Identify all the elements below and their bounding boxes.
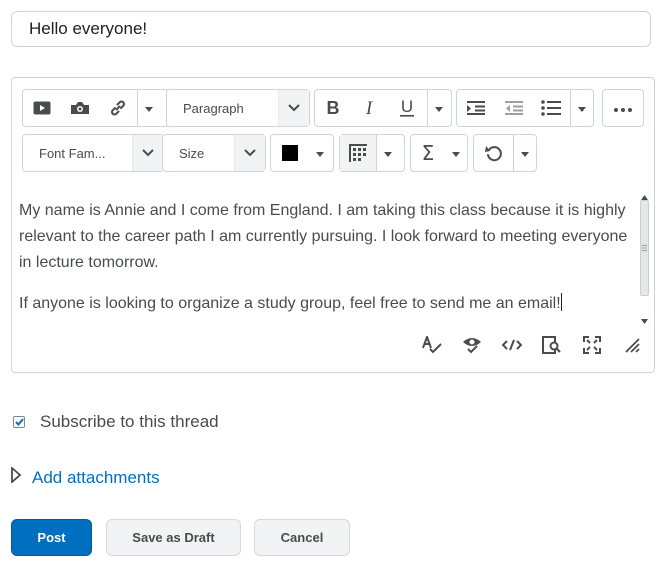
bold-button[interactable]: B — [315, 90, 351, 126]
add-attachments-link[interactable]: Add attachments — [32, 468, 160, 488]
code-icon — [501, 338, 523, 356]
bold-icon: B — [326, 100, 340, 116]
caret-down-icon — [145, 99, 153, 117]
spellcheck-button[interactable] — [412, 333, 452, 359]
save-draft-button[interactable]: Save as Draft — [106, 519, 241, 556]
html-editor: Paragraph B I U Font Fam... Size Σ My na… — [11, 77, 655, 373]
preview-icon — [542, 335, 562, 359]
block-format-select[interactable]: Paragraph — [166, 89, 310, 127]
triangle-right-icon — [11, 466, 22, 488]
underline-button[interactable]: U — [387, 90, 427, 126]
insert-table-button[interactable] — [340, 135, 376, 171]
chevron-down-icon — [132, 135, 163, 171]
color-swatch — [282, 145, 298, 161]
indent-icon — [466, 100, 485, 116]
content-paragraph: If anyone is looking to organize a study… — [19, 291, 629, 317]
italic-button[interactable]: I — [351, 90, 387, 126]
scrollbar-thumb[interactable] — [640, 200, 649, 296]
cancel-button[interactable]: Cancel — [254, 519, 350, 556]
table-dropdown[interactable] — [376, 135, 399, 171]
italic-icon: I — [362, 100, 376, 116]
caret-down-icon — [435, 99, 443, 117]
subscribe-checkbox[interactable] — [13, 416, 25, 428]
ellipsis-icon — [614, 99, 632, 117]
chevron-down-icon — [234, 135, 265, 171]
indent-button[interactable] — [457, 90, 495, 126]
outdent-button[interactable] — [495, 90, 533, 126]
eye-check-icon — [462, 336, 482, 359]
svg-text:U: U — [401, 99, 413, 116]
font-family-select[interactable]: Font Fam... — [22, 134, 164, 172]
font-family-value: Font Fam... — [39, 145, 106, 161]
camera-icon — [70, 101, 90, 115]
text-cursor — [560, 293, 562, 311]
format-more-dropdown[interactable] — [427, 90, 450, 126]
table-button-group — [339, 134, 405, 172]
content-paragraph-text: If anyone is looking to organize a study… — [19, 295, 561, 312]
chevron-down-icon — [278, 90, 309, 126]
insert-stuff-button[interactable] — [61, 90, 99, 126]
post-button[interactable]: Post — [11, 519, 92, 556]
bullet-list-button[interactable] — [532, 90, 570, 126]
resize-handle[interactable] — [612, 337, 652, 358]
equation-button-group: Σ — [410, 134, 468, 172]
list-group — [456, 89, 594, 127]
insert-link-button[interactable] — [99, 90, 137, 126]
editor-status-tools — [412, 333, 652, 360]
table-icon — [349, 144, 367, 162]
caret-down-icon — [578, 99, 587, 117]
scroll-down-icon[interactable] — [641, 311, 648, 329]
fullscreen-button[interactable] — [572, 335, 612, 359]
source-code-button[interactable] — [492, 338, 532, 356]
subscribe-label[interactable]: Subscribe to this thread — [40, 412, 219, 432]
underline-icon: U — [399, 99, 415, 117]
undo-icon — [484, 144, 503, 162]
accessibility-checker-button[interactable] — [452, 336, 492, 359]
insert-more-dropdown[interactable] — [137, 90, 160, 126]
caret-down-icon — [452, 144, 460, 162]
preview-button[interactable] — [532, 335, 572, 359]
svg-text:I: I — [365, 100, 374, 116]
more-actions-button[interactable] — [602, 89, 644, 127]
equation-dropdown[interactable] — [445, 135, 467, 171]
bullet-list-icon — [541, 100, 562, 116]
text-color-swatch-button[interactable] — [271, 135, 309, 171]
outdent-icon — [504, 100, 523, 116]
font-size-select[interactable]: Size — [162, 134, 266, 172]
checkmark-icon — [14, 413, 24, 431]
video-icon — [33, 101, 51, 115]
font-size-value: Size — [179, 145, 205, 161]
svg-text:B: B — [327, 100, 340, 116]
caret-down-icon — [521, 144, 530, 162]
fullscreen-icon — [583, 335, 601, 359]
link-icon — [109, 99, 127, 117]
text-color-button[interactable] — [270, 134, 334, 172]
undo-button[interactable] — [474, 135, 513, 171]
insert-group — [22, 89, 170, 127]
sigma-icon: Σ — [421, 141, 435, 165]
resize-grip-icon — [624, 337, 640, 358]
subscribe-row: Subscribe to this thread — [13, 412, 219, 432]
caret-down-icon — [316, 144, 324, 162]
undo-button-group — [473, 134, 537, 172]
editor-content[interactable]: My name is Annie and I come from England… — [19, 198, 629, 332]
caret-down-icon — [384, 144, 392, 162]
content-paragraph: My name is Annie and I come from England… — [19, 202, 628, 271]
editor-scrollbar[interactable] — [638, 184, 651, 324]
add-attachments-toggle[interactable]: Add attachments — [11, 466, 160, 488]
spellcheck-icon — [422, 333, 442, 359]
insert-video-button[interactable] — [23, 90, 61, 126]
text-color-dropdown[interactable] — [309, 135, 331, 171]
subject-input[interactable] — [11, 11, 651, 47]
block-format-value: Paragraph — [183, 100, 244, 116]
list-more-dropdown[interactable] — [570, 90, 593, 126]
undo-dropdown[interactable] — [513, 135, 536, 171]
equation-button[interactable]: Σ — [411, 135, 445, 171]
text-format-group: B I U — [314, 89, 452, 127]
